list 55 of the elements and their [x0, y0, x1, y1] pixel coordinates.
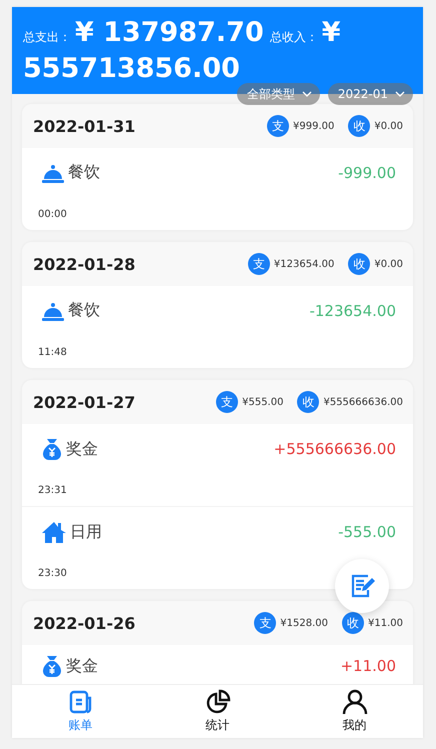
category-label: 餐饮	[68, 300, 100, 321]
date-label: 2022-01-27	[33, 392, 136, 412]
type-badge: 支	[216, 391, 238, 413]
category-label: 餐饮	[68, 162, 100, 183]
category-label: 奖金	[66, 656, 98, 676]
nav-tab[interactable]: 我的	[286, 685, 423, 738]
type-badge: 支	[248, 253, 270, 275]
record-row[interactable]: 奖金 +555666636.00 23:31	[22, 424, 413, 507]
date-label: 2022-01-26	[33, 614, 136, 632]
category-label: 日用	[70, 522, 102, 542]
date-label: 2022-01-31	[33, 116, 136, 136]
money-bag-icon	[42, 655, 62, 677]
pie-chart-icon	[204, 689, 230, 715]
total-amount: ¥0.00	[374, 258, 403, 270]
caret-icon	[395, 91, 405, 97]
document-icon	[68, 689, 94, 715]
type-badge: 收	[342, 612, 364, 634]
total-amount: ¥11.00	[368, 618, 403, 628]
record-row[interactable]: 日用 -555.00 23:30	[22, 507, 413, 589]
edit-icon	[349, 573, 375, 599]
record-row[interactable]: 餐饮 -123654.00 11:48	[22, 286, 413, 368]
type-badge: 收	[348, 115, 370, 137]
nav-tab[interactable]: 账单	[12, 685, 149, 738]
category-label: 奖金	[66, 438, 98, 460]
service-bell-icon	[42, 162, 64, 182]
record-time: 11:48	[38, 347, 67, 358]
record-time: 23:30	[38, 568, 67, 579]
filter-dropdown[interactable]: 全部类型	[236, 83, 320, 105]
total-amount: ¥999.00	[293, 120, 334, 132]
record-time: 23:31	[38, 485, 67, 496]
total-amount: ¥555666636.00	[323, 396, 403, 408]
record-row[interactable]: 奖金 +11.00	[22, 645, 413, 684]
record-amount: +11.00	[340, 657, 396, 675]
house-icon	[42, 521, 66, 543]
service-bell-icon	[42, 300, 64, 320]
money-bag-icon	[42, 438, 62, 460]
type-badge: 收	[348, 253, 370, 275]
total-amount: ¥123654.00	[274, 258, 334, 270]
total-amount: ¥1528.00	[280, 618, 328, 628]
date-label: 2022-01-28	[33, 254, 136, 274]
record-amount: +555666636.00	[274, 440, 396, 458]
type-badge: 收	[297, 391, 320, 413]
type-badge: 支	[267, 115, 289, 137]
caret-icon	[302, 91, 312, 97]
total-amount: ¥0.00	[374, 120, 403, 132]
total-amount: ¥555.00	[242, 396, 284, 408]
record-amount: -555.00	[338, 523, 396, 541]
type-badge: 支	[254, 612, 276, 634]
record-amount: -999.00	[338, 164, 396, 182]
record-time: 00:00	[38, 209, 67, 220]
nav-tab[interactable]: 统计	[149, 685, 286, 738]
summary-text: 总支出：¥ 137987.70 总收入：¥ 555713856.00	[23, 17, 342, 86]
person-icon	[342, 689, 368, 715]
record-row[interactable]: 餐饮 -999.00 00:00	[22, 148, 413, 230]
record-amount: -123654.00	[309, 302, 396, 320]
